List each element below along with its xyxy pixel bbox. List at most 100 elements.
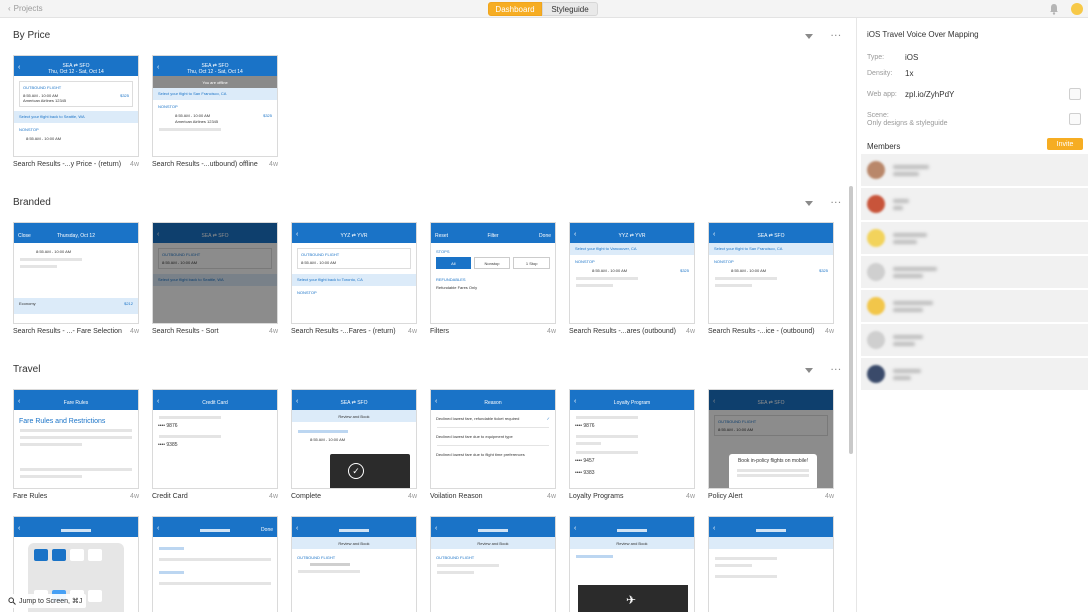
more-options-icon[interactable]: ··· — [831, 365, 842, 374]
user-avatar[interactable] — [1071, 3, 1083, 15]
member-row[interactable] — [861, 188, 1088, 220]
member-row[interactable] — [861, 154, 1088, 186]
more-options-icon[interactable]: ··· — [831, 31, 842, 40]
screen-thumbnail[interactable]: ‹ Review and Book OUTBOUND FLIGHT — [430, 516, 556, 612]
screen-thumbnail[interactable]: ‹ Reason Declined lowest fare, refundable… — [430, 389, 556, 489]
screen-card[interactable]: ‹ YYZ ⇄ YVR OUTBOUND FLIGHT 8:55 AM - 10:… — [291, 222, 417, 335]
section-controls: ··· — [805, 31, 842, 40]
member-row[interactable] — [861, 256, 1088, 288]
screen-age: 4w — [408, 328, 417, 335]
screen-age: 4w — [825, 328, 834, 335]
chevron-left-icon: ‹ — [157, 64, 160, 71]
section-title-by-price: By Price — [13, 30, 51, 41]
screen-thumbnail[interactable]: ‹ Done — [152, 516, 278, 612]
avatar — [867, 161, 885, 179]
member-row[interactable] — [861, 290, 1088, 322]
screen-card[interactable]: ‹ SEA ⇄ SFO Review and Book 8:55 AM - 10:… — [291, 389, 417, 500]
screen-thumbnail[interactable]: ‹ YYZ ⇄ YVR OUTBOUND FLIGHT 8:55 AM - 10:… — [291, 222, 417, 324]
screen-age: 4w — [408, 493, 417, 500]
screen-thumbnail[interactable]: ‹ SEA ⇄ SFO Review and Book 8:55 AM - 10:… — [291, 389, 417, 489]
screen-age: 4w — [269, 161, 278, 168]
screen-card[interactable]: ‹ Loyalty Program •••• 9876 •••• 9457 •••… — [569, 389, 695, 500]
screen-card[interactable]: ‹ Reason Declined lowest fare, refundable… — [430, 389, 556, 500]
screen-card[interactable]: Reset Filter Done STOPS All Nonstop 1 Stop… — [430, 222, 556, 335]
screen-age: 4w — [547, 328, 556, 335]
member-row[interactable] — [861, 324, 1088, 356]
jump-to-screen[interactable]: Jump to Screen, ⌘J — [4, 594, 87, 608]
screen-card[interactable]: ‹ Fare Rules Fare Rules and Restrictions … — [13, 389, 139, 500]
screen-thumbnail[interactable]: ‹ YYZ ⇄ YVR Select your flight to Vancouv… — [569, 222, 695, 324]
screen-thumbnail[interactable]: ‹ SEA ⇄ SFO Select your flight to San Fra… — [708, 222, 834, 324]
collapse-icon[interactable] — [805, 34, 813, 39]
screen-card[interactable]: ‹ SEA ⇄ SFO Select your flight to San Fra… — [708, 222, 834, 335]
screen-card[interactable]: ‹ Done — [152, 516, 278, 612]
screen-card[interactable]: ‹ SEA ⇄ SFO OUTBOUND FLIGHT 8:55 AM - 10:… — [708, 389, 834, 500]
collapse-icon[interactable] — [805, 201, 813, 206]
view-switcher: Dashboard Styleguide — [488, 2, 598, 16]
screen-thumbnail[interactable]: ‹ Review and Book OUTBOUND FLIGHT — [291, 516, 417, 612]
search-icon — [8, 597, 16, 605]
screen-card[interactable]: Close Thursday, Oct 12 8:55 AM - 10:00 AM… — [13, 222, 139, 335]
screen-thumbnail[interactable]: ‹ SEA ⇄ SFO Thu, Oct 12 - Sat, Oct 14 OUT… — [13, 55, 139, 157]
screen-name: Search Results -...ares (outbound) — [569, 328, 676, 335]
tab-dashboard[interactable]: Dashboard — [488, 2, 542, 16]
screen-age: 4w — [130, 161, 139, 168]
screen-card[interactable]: ‹ — [708, 516, 834, 612]
screen-age: 4w — [269, 493, 278, 500]
screen-card[interactable]: ‹ SEA ⇄ SFO OUTBOUND FLIGHT 8:55 AM - 10:… — [152, 222, 278, 335]
section-title-branded: Branded — [13, 197, 51, 208]
screen-thumbnail[interactable]: ‹ — [708, 516, 834, 612]
chevron-left-icon: ‹ — [8, 4, 11, 13]
screen-card[interactable]: ‹ Review and Book ✈ — [569, 516, 695, 612]
screen-age: 4w — [825, 493, 834, 500]
screen-thumbnail[interactable]: ‹ SEA ⇄ SFO Thu, Oct 12 - Sat, Oct 14 You… — [152, 55, 278, 157]
screen-name: Policy Alert — [708, 493, 743, 500]
screen-thumbnail[interactable]: ‹ SEA ⇄ SFO OUTBOUND FLIGHT 8:55 AM - 10:… — [152, 222, 278, 324]
screen-card[interactable]: ‹ YYZ ⇄ YVR Select your flight to Vancouv… — [569, 222, 695, 335]
web-app-link[interactable]: zpl.io/ZyhPdY — [905, 90, 954, 99]
avatar — [867, 229, 885, 247]
collapse-icon[interactable] — [805, 368, 813, 373]
members-heading: Members — [867, 142, 901, 151]
member-row[interactable] — [861, 222, 1088, 254]
member-row[interactable] — [861, 358, 1088, 390]
copy-icon[interactable] — [1069, 88, 1081, 100]
screen-thumbnail[interactable]: ‹ Loyalty Program •••• 9876 •••• 9457 •••… — [569, 389, 695, 489]
back-to-projects-link[interactable]: ‹ Projects — [8, 4, 43, 13]
screen-age: 4w — [130, 493, 139, 500]
project-density: 1x — [905, 69, 914, 78]
screen-name: Search Results -...utbound) offline — [152, 161, 258, 168]
invite-button[interactable]: Invite — [1047, 138, 1083, 150]
dashboard-main: By Price ··· ‹ SEA ⇄ SFO Thu, Oct 12 - Sa… — [0, 18, 848, 612]
screen-card[interactable]: ‹ SEA ⇄ SFO Thu, Oct 12 - Sat, Oct 14 OUT… — [13, 55, 139, 168]
screen-name: Search Results -...Fares - (return) — [291, 328, 396, 335]
checkmark-icon: ✓ — [546, 416, 550, 421]
share-icon[interactable] — [1069, 113, 1081, 125]
notification-bell-icon[interactable] — [1048, 3, 1060, 15]
screen-card[interactable]: ‹ Review and Book OUTBOUND FLIGHT — [291, 516, 417, 612]
main-scrollbar[interactable] — [849, 186, 853, 454]
project-title: iOS Travel Voice Over Mapping — [867, 30, 979, 39]
screen-thumbnail[interactable]: Close Thursday, Oct 12 8:55 AM - 10:00 AM… — [13, 222, 139, 324]
screen-name: Voilation Reason — [430, 493, 483, 500]
screen-age: 4w — [547, 493, 556, 500]
screen-card[interactable]: ‹ Review and Book OUTBOUND FLIGHT — [430, 516, 556, 612]
screen-name: Search Results - ...- Fare Selection — [13, 328, 122, 335]
more-options-icon[interactable]: ··· — [831, 198, 842, 207]
screen-thumbnail[interactable]: ‹ Credit Card •••• 9876 •••• 9385 — [152, 389, 278, 489]
avatar — [867, 195, 885, 213]
avatar — [867, 365, 885, 383]
screen-thumbnail[interactable]: Reset Filter Done STOPS All Nonstop 1 Stop… — [430, 222, 556, 324]
section-controls: ··· — [805, 365, 842, 374]
screen-thumbnail[interactable]: ‹ SEA ⇄ SFO OUTBOUND FLIGHT 8:55 AM - 10:… — [708, 389, 834, 489]
tab-styleguide[interactable]: Styleguide — [542, 2, 598, 16]
screen-card[interactable]: ‹ SEA ⇄ SFO Thu, Oct 12 - Sat, Oct 14 You… — [152, 55, 278, 168]
scene-value: Only designs & styleguide — [867, 120, 948, 127]
screen-age: 4w — [686, 493, 695, 500]
airplane-icon: ✈ — [626, 593, 637, 607]
screen-card[interactable]: ‹ Credit Card •••• 9876 •••• 9385 Credit … — [152, 389, 278, 500]
screen-name: Fare Rules — [13, 493, 48, 500]
screen-thumbnail[interactable]: ‹ Review and Book ✈ — [569, 516, 695, 612]
screen-name: Complete — [291, 493, 321, 500]
screen-thumbnail[interactable]: ‹ Fare Rules Fare Rules and Restrictions — [13, 389, 139, 489]
